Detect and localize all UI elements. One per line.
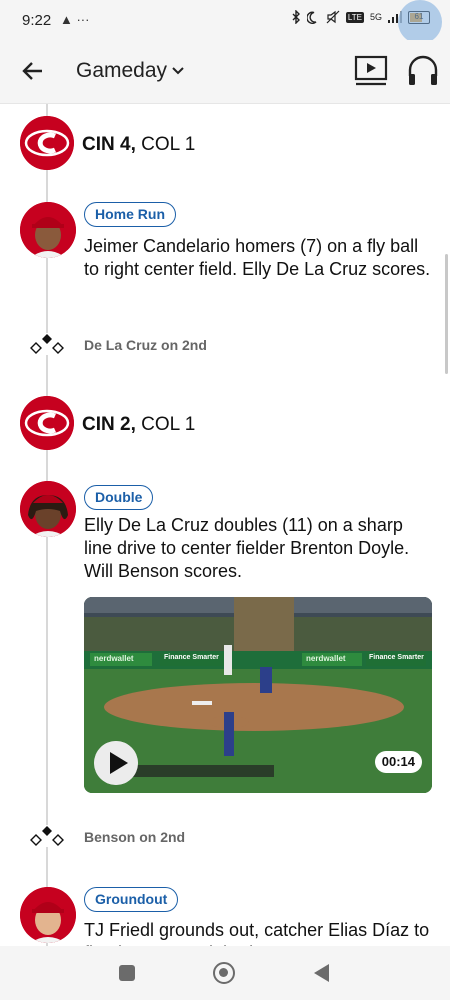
touch-indicator xyxy=(398,0,442,44)
score-col: COL 1 xyxy=(141,414,196,435)
runner-update: De La Cruz on 2nd xyxy=(0,333,450,357)
volte-icon: LTE xyxy=(345,11,364,23)
play-by-play-feed[interactable]: CIN 4, COL 1 Home Run Jeimer Candelario … xyxy=(0,104,450,946)
chevron-down-icon xyxy=(172,67,184,75)
bases-diamond-icon xyxy=(30,333,64,355)
video-duration: 00:14 xyxy=(374,751,422,773)
play-description: Jeimer Candelario homers (7) on a fly ba… xyxy=(84,236,431,279)
runner-text: Benson on 2nd xyxy=(84,829,186,845)
notification-icons: ▲ ··· xyxy=(60,12,90,27)
play-type-badge: Double xyxy=(84,485,154,510)
ad-board: nerdwallet xyxy=(94,654,134,663)
play-description: TJ Friedl grounds out, catcher Elias Día… xyxy=(84,920,430,946)
runner-update: Benson on 2nd xyxy=(0,825,450,849)
reds-logo-icon xyxy=(20,116,74,170)
play-card[interactable]: Home Run Jeimer Candelario homers (7) on… xyxy=(0,202,450,312)
system-nav-bar xyxy=(0,946,450,1000)
gameday-dropdown[interactable]: Gameday xyxy=(76,59,185,83)
play-card[interactable]: Groundout TJ Friedl grounds out, catcher… xyxy=(0,887,450,946)
score-cin: CIN 2, xyxy=(82,414,136,435)
status-time: 9:22 xyxy=(22,12,52,29)
play-type-badge: Groundout xyxy=(84,887,179,912)
score-update: CIN 2, COL 1 xyxy=(0,396,450,452)
system-back-button[interactable] xyxy=(314,964,329,982)
headphones-icon[interactable] xyxy=(406,54,440,88)
app-header: Gameday xyxy=(0,40,450,104)
ad-board: Finance Smarter xyxy=(369,654,424,661)
recents-button[interactable] xyxy=(119,965,135,981)
score-cin: CIN 4, xyxy=(82,134,136,155)
score-col: COL 1 xyxy=(141,134,196,155)
mute-icon xyxy=(326,10,340,24)
play-icon[interactable] xyxy=(94,741,138,785)
ad-board: nerdwallet xyxy=(306,654,346,663)
scrollbar[interactable] xyxy=(445,254,448,374)
moon-icon xyxy=(306,11,317,24)
tv-play-icon[interactable] xyxy=(354,54,388,88)
ad-board: Finance Smarter xyxy=(164,654,219,661)
back-button[interactable] xyxy=(18,56,48,86)
highlight-video[interactable]: nerdwallet Finance Smarter nerdwallet Fi… xyxy=(84,597,432,793)
score-text: CIN 4, COL 1 xyxy=(82,134,195,156)
status-bar: 9:22 ▲ ··· LTE 5G 61 xyxy=(0,0,450,44)
play-card[interactable]: Double Elly De La Cruz doubles (11) on a… xyxy=(0,481,450,801)
score-text: CIN 2, COL 1 xyxy=(82,414,195,436)
player-avatar xyxy=(20,202,76,258)
bluetooth-icon xyxy=(292,10,300,24)
player-avatar xyxy=(20,481,76,537)
bases-diamond-icon xyxy=(30,825,64,847)
home-button[interactable] xyxy=(213,962,235,984)
page-title: Gameday xyxy=(76,59,168,82)
score-update: CIN 4, COL 1 xyxy=(0,116,450,172)
play-description: Elly De La Cruz doubles (11) on a sharp … xyxy=(84,515,410,581)
player-avatar xyxy=(20,887,76,943)
play-type-badge: Home Run xyxy=(84,202,176,227)
network-type: 5G xyxy=(369,12,382,22)
runner-text: De La Cruz on 2nd xyxy=(84,337,207,353)
reds-logo-icon xyxy=(20,396,74,450)
